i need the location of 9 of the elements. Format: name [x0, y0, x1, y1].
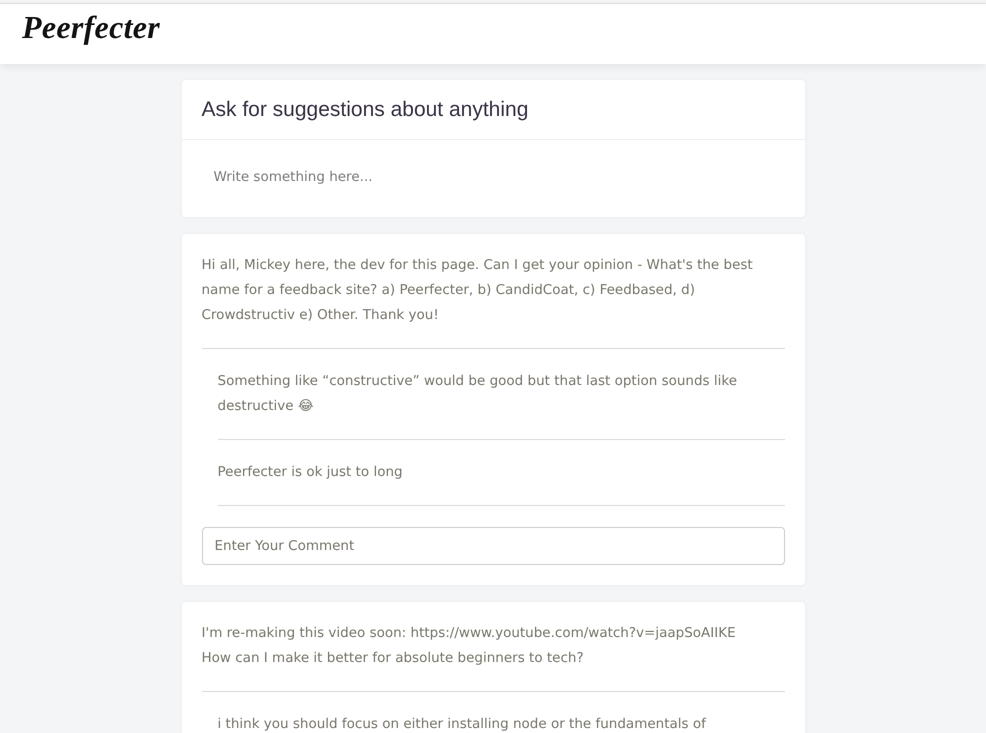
comment-input-field[interactable]: Enter Your Comment [202, 527, 784, 565]
composer-title: Ask for suggestions about anything [202, 98, 528, 122]
post-text: I'm re-making this video soon: https://www.youtube.com/watch?v=jaapSoAIIKE How can I make it better for absolute beginners to tech? [202, 621, 784, 692]
comment-text: Something like “constructive” would be good but that last option sounds like destructive 😂 [218, 372, 738, 416]
composer-card[interactable]: Ask for suggestions about anything Write something here... [182, 80, 804, 217]
site-logo[interactable]: Peerfecter [22, 10, 160, 46]
comment-text: i think you should focus on either installing node or the fundamentals of [218, 715, 708, 733]
post-text: Hi all, Mickey here, the dev for this page. Can I get your opinion - What's the best name for a feedback site? a) Peerfecter, b) CandidCoat, c) Feedbased, d) Crowdstructiv e) Other. Thank you! [202, 253, 784, 349]
comment-text: Peerfecter is ok just to long [218, 463, 404, 482]
